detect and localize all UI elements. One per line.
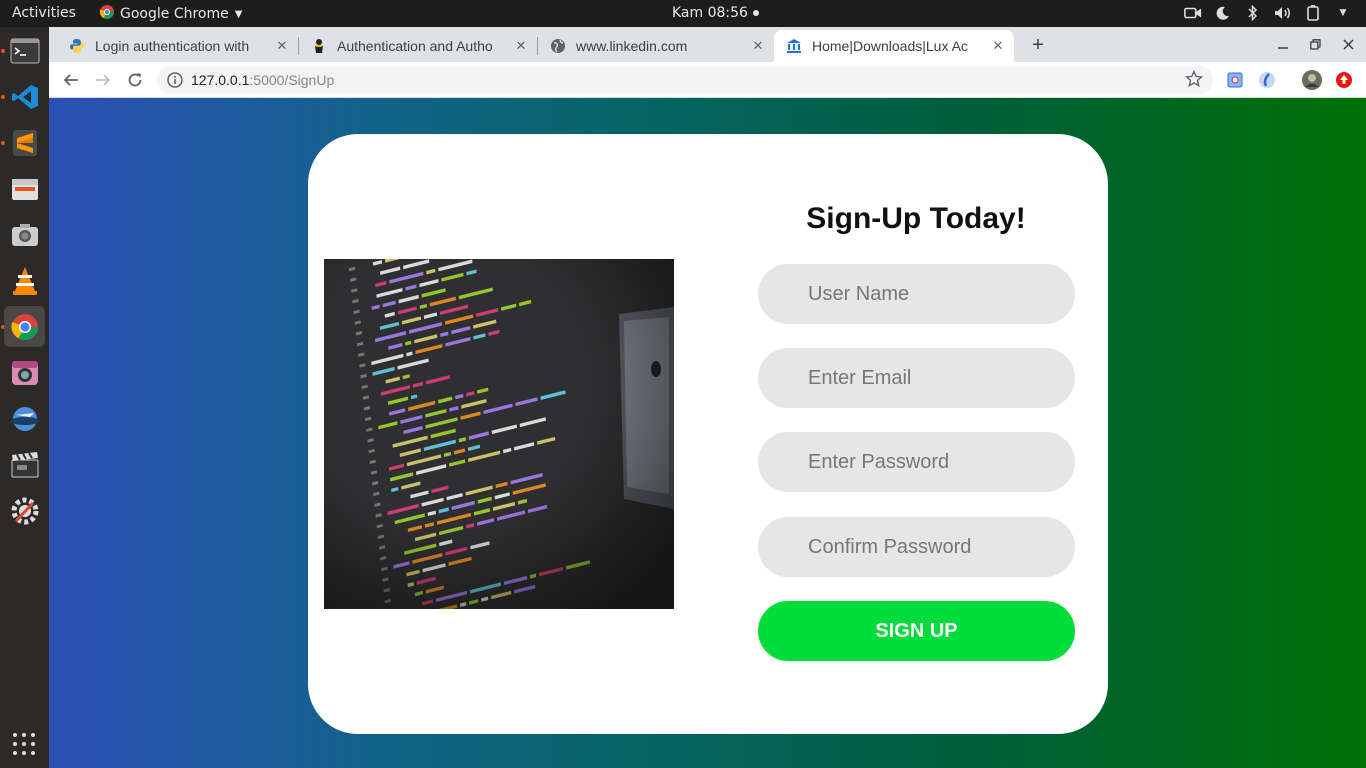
extension-circle-icon[interactable] — [1257, 70, 1277, 90]
show-applications-icon[interactable] — [13, 733, 35, 755]
night-light-icon[interactable] — [1214, 4, 1232, 22]
close-tab-icon[interactable]: ✕ — [513, 38, 529, 54]
video-camera-icon[interactable] — [1184, 4, 1202, 22]
browser-toolbar: 127.0.0.1:5000/SignUp — [49, 62, 1366, 98]
restore-icon[interactable] — [1305, 35, 1325, 53]
battery-icon[interactable] — [1304, 4, 1322, 22]
new-tab-button[interactable]: + — [1026, 33, 1050, 57]
tab-title: www.linkedin.com — [576, 38, 688, 54]
username-field[interactable] — [758, 264, 1075, 324]
info-icon[interactable] — [167, 72, 183, 91]
tab-title: Authentication and Autho — [337, 38, 493, 54]
camera-icon[interactable] — [4, 352, 45, 393]
tab-title: Home|Downloads|Lux Ac — [812, 38, 968, 54]
avatar[interactable] — [1302, 70, 1322, 90]
sublime-text-icon[interactable] — [4, 122, 45, 163]
tab-home-downloads[interactable]: Home|Downloads|Lux Ac ✕ — [774, 30, 1014, 62]
tab-authentication-and-authorization[interactable]: Authentication and Autho ✕ — [299, 30, 537, 62]
chrome-icon[interactable] — [4, 306, 45, 347]
screenshot-icon[interactable] — [4, 214, 45, 255]
reload-button[interactable] — [123, 68, 147, 92]
globe-icon — [550, 38, 566, 54]
sign-up-button[interactable]: SIGN UP — [758, 601, 1075, 661]
flightgear-icon[interactable] — [4, 398, 45, 439]
clock[interactable]: Kam 08:56 — [672, 5, 759, 21]
clock-label: Kam 08:56 — [672, 5, 748, 21]
password-field[interactable] — [758, 432, 1075, 492]
forward-button[interactable] — [91, 68, 115, 92]
close-tab-icon[interactable]: ✕ — [990, 38, 1006, 54]
system-top-bar: Activities Google Chrome ▼ Kam 08:56 ▼ — [0, 0, 1366, 27]
address-bar[interactable]: 127.0.0.1:5000/SignUp — [157, 66, 1213, 94]
volume-icon[interactable] — [1274, 4, 1292, 22]
url-path: :5000/SignUp — [249, 72, 335, 88]
vscode-icon[interactable] — [4, 76, 45, 117]
email-field[interactable] — [758, 348, 1075, 408]
files-icon[interactable] — [4, 168, 45, 209]
bluetooth-icon[interactable] — [1244, 4, 1262, 22]
bank-icon — [786, 38, 802, 54]
activities-button[interactable]: Activities — [12, 5, 76, 21]
notification-dot-icon — [752, 10, 759, 16]
tab-login-authentication[interactable]: Login authentication with ✕ — [57, 30, 298, 62]
chevron-down-icon[interactable]: ▼ — [1334, 4, 1352, 22]
confirm-password-field[interactable] — [758, 517, 1075, 577]
app-menu[interactable]: Google Chrome ▼ — [99, 5, 243, 23]
flask-icon — [311, 38, 327, 54]
extension-screen-icon[interactable] — [1225, 70, 1245, 90]
python-icon — [69, 38, 85, 54]
settings-icon[interactable] — [4, 490, 45, 531]
vlc-icon[interactable] — [4, 260, 45, 301]
page-title: Sign-Up Today! — [806, 202, 1026, 235]
url-text: 127.0.0.1:5000/SignUp — [191, 72, 334, 88]
video-editor-icon[interactable] — [4, 444, 45, 485]
chrome-small-icon — [99, 5, 114, 23]
close-window-icon[interactable] — [1338, 35, 1358, 53]
code-screenshot-image — [324, 259, 674, 609]
update-icon[interactable] — [1334, 70, 1354, 90]
page-content: Sign-Up Today! SIGN UP — [49, 98, 1366, 768]
minimize-icon[interactable] — [1273, 35, 1293, 53]
tab-strip: Login authentication with ✕ Authenticati… — [49, 27, 1366, 62]
tab-title: Login authentication with — [95, 38, 250, 54]
close-tab-icon[interactable]: ✕ — [750, 38, 766, 54]
chevron-down-icon: ▼ — [234, 8, 243, 20]
terminal-icon[interactable] — [4, 30, 45, 71]
system-tray: ▼ — [1184, 4, 1352, 22]
close-tab-icon[interactable]: ✕ — [274, 38, 290, 54]
dock — [0, 27, 49, 768]
url-host: 127.0.0.1 — [191, 72, 250, 88]
tab-linkedin[interactable]: www.linkedin.com ✕ — [538, 30, 774, 62]
back-button[interactable] — [59, 68, 83, 92]
signup-card: Sign-Up Today! SIGN UP — [308, 134, 1108, 734]
bookmark-star-icon[interactable] — [1184, 69, 1204, 91]
app-menu-label: Google Chrome — [120, 6, 229, 22]
